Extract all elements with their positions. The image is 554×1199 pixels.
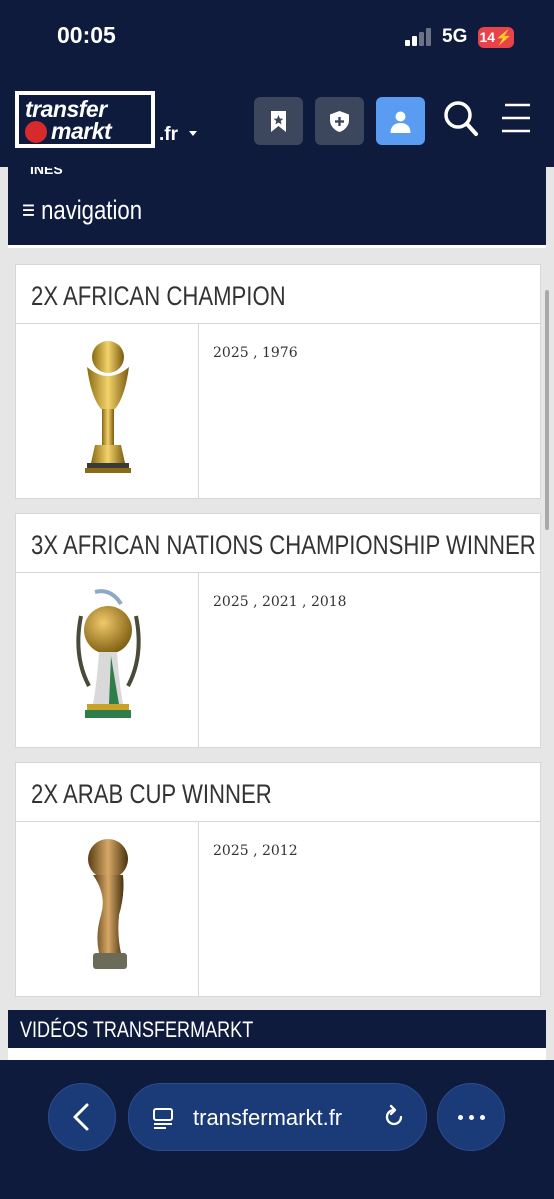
navigation-bar[interactable]: INES ≡ navigation xyxy=(8,167,546,248)
site-logo[interactable]: transfer markt xyxy=(15,91,155,148)
title-heading: 2X AFRICAN CHAMPION xyxy=(31,281,286,311)
logo-text-bottom: markt xyxy=(51,118,112,144)
title-years: 2025 , 1976 xyxy=(213,345,298,361)
scrollbar[interactable] xyxy=(545,290,549,530)
battery-level: 14 xyxy=(479,29,496,45)
divider xyxy=(16,821,540,822)
title-years: 2025 , 2021 , 2018 xyxy=(213,594,347,610)
search-icon[interactable] xyxy=(443,99,479,139)
chan-trophy-icon xyxy=(76,589,141,718)
menu-icon[interactable] xyxy=(500,99,532,135)
nav-cut-heading: INES xyxy=(30,167,63,177)
account-button[interactable] xyxy=(376,97,425,145)
title-card-arab-cup-winner: 2X ARAB CUP WINNER 2025 , 2012 xyxy=(15,762,541,997)
network-type: 5G xyxy=(442,26,468,47)
divider xyxy=(198,573,199,747)
user-icon xyxy=(390,111,411,133)
divider xyxy=(198,324,199,498)
arab-cup-trophy-icon xyxy=(88,839,128,969)
videos-section-header: VIDÉOS TRANSFERMARKT xyxy=(8,1010,546,1048)
cellular-signal-icon xyxy=(405,28,431,46)
browser-toolbar: transfermarkt.fr xyxy=(0,1060,554,1199)
url-text: transfermarkt.fr xyxy=(193,1105,343,1130)
divider xyxy=(16,323,540,324)
divider xyxy=(198,822,199,996)
reader-mode-icon[interactable] xyxy=(151,1106,175,1130)
africa-cup-trophy-icon xyxy=(85,341,131,473)
status-bar: 00:05 5G 14⚡ xyxy=(0,0,554,75)
title-years: 2025 , 2012 xyxy=(213,843,298,859)
shield-plus-icon xyxy=(330,111,349,132)
divider xyxy=(16,572,540,573)
charging-bolt-icon: ⚡ xyxy=(495,29,513,45)
title-heading: 2X ARAB CUP WINNER xyxy=(31,779,272,809)
videos-section-body xyxy=(8,1048,546,1060)
videos-heading: VIDÉOS TRANSFERMARKT xyxy=(20,1017,254,1042)
title-card-chan-winner: 3X AFRICAN NATIONS CHAMPIONSHIP WINNER 2… xyxy=(15,513,541,748)
logo-player-icon xyxy=(25,121,47,143)
page-content: INES ≡ navigation 2X AFRICAN CHAMPION 20… xyxy=(0,167,554,1060)
back-button[interactable] xyxy=(48,1083,116,1151)
navigation-toggle[interactable]: ≡ navigation xyxy=(22,195,142,226)
title-heading: 3X AFRICAN NATIONS CHAMPIONSHIP WINNER xyxy=(31,530,536,560)
bookmark-star-icon xyxy=(271,111,286,132)
chevron-left-icon xyxy=(73,1103,89,1131)
title-card-african-champion: 2X AFRICAN CHAMPION 2025 , 1976 xyxy=(15,264,541,499)
chevron-down-icon[interactable] xyxy=(189,131,197,136)
more-options-button[interactable] xyxy=(437,1083,505,1151)
address-bar[interactable]: transfermarkt.fr xyxy=(128,1083,427,1151)
reload-icon[interactable] xyxy=(381,1104,407,1130)
status-time: 00:05 xyxy=(57,22,116,48)
site-header: transfer markt .fr xyxy=(0,75,554,167)
club-button[interactable] xyxy=(315,97,364,145)
domain-selector[interactable]: .fr xyxy=(159,124,178,146)
watchlist-button[interactable] xyxy=(254,97,303,145)
battery-icon: 14⚡ xyxy=(478,27,514,48)
logo-background: transfer markt xyxy=(19,95,151,144)
